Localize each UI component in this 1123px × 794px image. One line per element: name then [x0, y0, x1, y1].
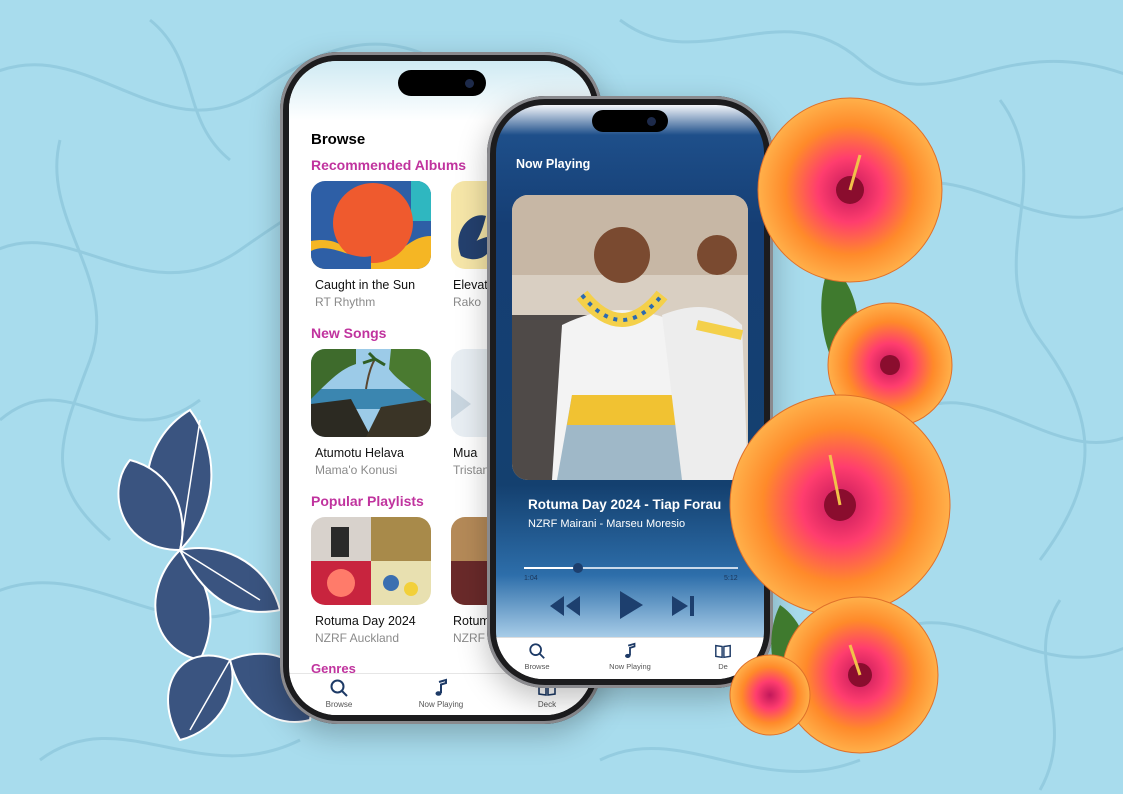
performer-photo	[512, 195, 748, 480]
album-artist: Rako	[453, 295, 482, 309]
playlist-name: Rotuma Day 2024	[315, 614, 416, 628]
playlist-name: Rotum	[453, 614, 490, 628]
progress-slider[interactable]	[524, 563, 738, 573]
rewind-icon[interactable]	[548, 593, 582, 619]
playlist-artist: NZRF Auckland	[315, 631, 400, 645]
tab-now-playing[interactable]: Now Playing	[595, 642, 665, 671]
play-icon[interactable]	[617, 589, 645, 621]
music-note-icon	[435, 678, 447, 696]
album-artwork	[512, 195, 748, 480]
page-title: Now Playing	[516, 157, 591, 171]
song-title: Rotuma Day 2024 - Tiap Forau	[528, 497, 722, 512]
tab-now-playing[interactable]: Now Playing	[401, 678, 481, 709]
song-artist: Tristan	[453, 463, 490, 477]
song-name: Mua	[453, 446, 478, 460]
section-recommended-albums: Recommended Albums	[311, 157, 467, 173]
song-name: Atumotu Helava	[315, 446, 404, 460]
tab-browse[interactable]: Browse	[299, 678, 379, 709]
playlist-artist: NZRF	[453, 631, 485, 645]
tab-browse[interactable]: Browse	[502, 642, 572, 671]
tab-label: Browse	[325, 700, 353, 709]
search-icon	[330, 679, 348, 697]
tab-label: Browse	[524, 662, 550, 671]
song-artist: Mama'o Konusi	[315, 463, 398, 477]
dynamic-island	[592, 110, 668, 132]
playlist-art	[311, 517, 431, 605]
page-title: Browse	[311, 131, 366, 148]
section-new-songs: New Songs	[311, 325, 387, 341]
playlist-card[interactable]	[311, 517, 431, 605]
progress-fill	[524, 567, 578, 569]
album-artist: RT Rhythm	[315, 295, 376, 309]
elapsed-time: 1:04	[524, 575, 538, 582]
album-card[interactable]	[311, 181, 431, 269]
progress-knob[interactable]	[572, 563, 583, 573]
album-name: Caught in the Sun	[315, 278, 416, 292]
song-artist: NZRF Mairani - Marseu Moresio	[528, 518, 686, 530]
tab-label: Deck	[537, 700, 557, 709]
dynamic-island	[398, 70, 486, 96]
tab-label: Now Playing	[609, 662, 651, 671]
album-name: Elevat	[453, 278, 488, 292]
hibiscus-flowers-decoration	[729, 97, 953, 754]
section-popular-playlists: Popular Playlists	[311, 493, 424, 509]
search-icon	[529, 643, 545, 659]
song-card[interactable]	[311, 349, 431, 437]
tab-label: Now Playing	[418, 700, 464, 709]
album-art	[311, 181, 431, 269]
music-note-icon	[625, 642, 636, 659]
skip-forward-icon[interactable]	[670, 593, 698, 619]
song-art	[311, 349, 431, 437]
